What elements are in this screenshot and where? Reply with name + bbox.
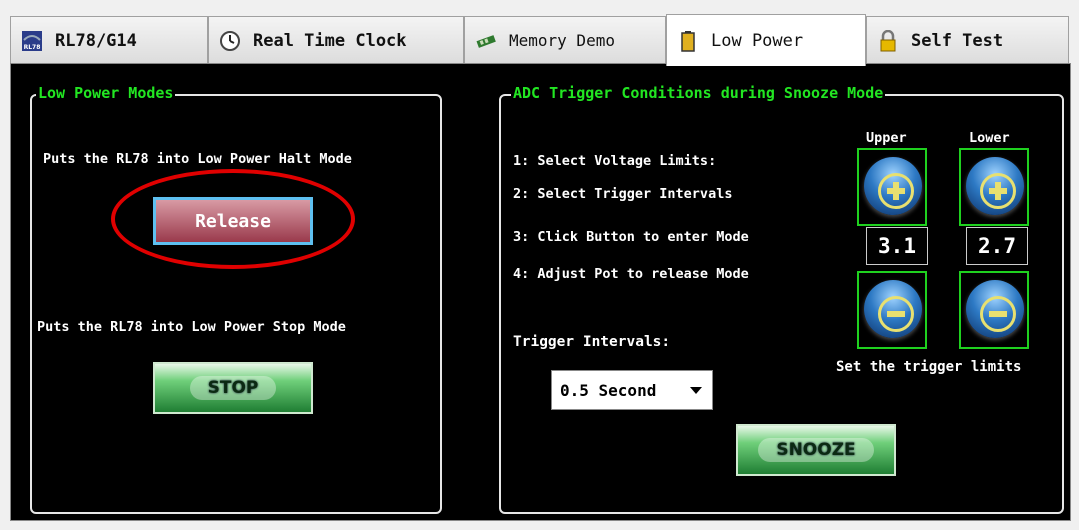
svg-text:RL78: RL78	[24, 44, 41, 51]
tab-real-time-clock[interactable]: Real Time Clock	[208, 16, 464, 64]
plus-icon	[966, 157, 1024, 215]
minus-icon	[864, 280, 922, 338]
plus-icon	[864, 157, 922, 215]
clock-icon	[219, 30, 241, 52]
step-1-text: 1: Select Voltage Limits:	[513, 153, 717, 169]
halt-mode-text: Puts the RL78 into Low Power Halt Mode	[43, 151, 352, 167]
highlight-ring	[111, 169, 355, 269]
minus-icon	[966, 280, 1024, 338]
stop-button-label: STOP	[189, 376, 277, 400]
rl78-logo-icon: RL78	[21, 30, 43, 52]
upper-limit-value: 3.1	[866, 227, 928, 265]
lower-decrease-button[interactable]	[959, 271, 1029, 349]
upper-decrease-button[interactable]	[857, 271, 927, 349]
tab-rl78-g14[interactable]: RL78 RL78/G14	[10, 16, 208, 64]
interval-select[interactable]: 0.5 Second	[551, 370, 713, 410]
tab-label: Memory Demo	[509, 31, 615, 50]
app-window: RL78 RL78/G14 Real Time Clock Memory Dem…	[0, 0, 1079, 530]
step-2-text: 2: Select Trigger Intervals	[513, 186, 733, 202]
stop-mode-text: Puts the RL78 into Low Power Stop Mode	[37, 319, 346, 335]
tab-label: Low Power	[711, 30, 804, 51]
tab-label: Self Test	[911, 30, 1004, 51]
tab-self-test[interactable]: Self Test	[866, 16, 1069, 64]
interval-selected-value: 0.5 Second	[560, 380, 657, 400]
lower-label: Lower	[969, 130, 1010, 146]
lock-icon	[877, 29, 899, 52]
group-legend: Low Power Modes	[36, 84, 176, 102]
step-4-text: 4: Adjust Pot to release Mode	[513, 266, 749, 282]
chevron-down-icon	[690, 387, 702, 394]
low-power-panel: Low Power Modes Puts the RL78 into Low P…	[10, 63, 1071, 521]
upper-label: Upper	[866, 130, 907, 146]
tab-label: Real Time Clock	[253, 30, 407, 51]
upper-increase-button[interactable]	[857, 148, 927, 226]
stop-button[interactable]: STOP	[153, 362, 313, 414]
lower-limit-value: 2.7	[966, 227, 1028, 265]
step-3-text: 3: Click Button to enter Mode	[513, 229, 749, 245]
lower-increase-button[interactable]	[959, 148, 1029, 226]
battery-icon	[677, 30, 699, 52]
trigger-intervals-label: Trigger Intervals:	[513, 334, 671, 350]
tab-strip: RL78 RL78/G14 Real Time Clock Memory Dem…	[10, 14, 1069, 66]
tab-memory-demo[interactable]: Memory Demo	[464, 16, 666, 64]
tab-label: RL78/G14	[55, 30, 137, 51]
group-legend: ADC Trigger Conditions during Snooze Mod…	[511, 84, 886, 102]
tab-low-power[interactable]: Low Power	[666, 14, 866, 66]
memory-chip-icon	[475, 30, 497, 52]
snooze-button[interactable]: SNOOZE	[736, 424, 896, 476]
set-limits-text: Set the trigger limits	[836, 359, 1022, 375]
snooze-button-label: SNOOZE	[758, 438, 874, 462]
